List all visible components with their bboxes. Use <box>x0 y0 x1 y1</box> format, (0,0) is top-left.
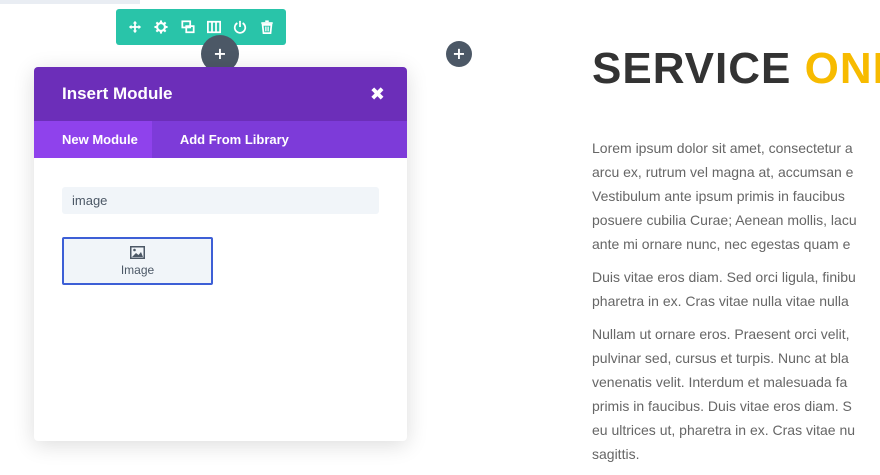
text-line: eu ultrices ut, pharetra in ex. Cras vit… <box>592 422 856 438</box>
module-label: Image <box>120 262 155 277</box>
columns-icon[interactable] <box>205 18 223 36</box>
top-edge-strip <box>0 0 140 4</box>
image-icon <box>130 245 145 259</box>
text-line: Lorem ipsum dolor sit amet, consectetur … <box>592 140 853 156</box>
module-image-button[interactable]: Image <box>62 237 213 285</box>
paragraph: Duis vitae eros diam. Sed orci ligula, f… <box>592 265 880 313</box>
page-heading: SERVICE ONE <box>592 44 880 94</box>
heading-main: SERVICE <box>592 44 805 93</box>
modal-title: Insert Module <box>62 84 173 103</box>
text-line: arcu ex, rutrum vel magna at, accumsan e <box>592 164 854 180</box>
trash-icon[interactable] <box>258 18 276 36</box>
row-toolbar <box>116 9 286 45</box>
text-line: ante mi ornare nunc, nec egestas quam e <box>592 236 851 252</box>
heading-accent: ONE <box>804 44 880 93</box>
modal-tabs: New Module Add From Library <box>34 121 407 158</box>
move-icon[interactable] <box>126 18 144 36</box>
tab-new-module[interactable]: New Module <box>34 121 152 158</box>
text-line: Nullam ut ornare eros. Praesent orci vel… <box>592 326 850 342</box>
gear-icon[interactable] <box>152 18 170 36</box>
tab-add-from-library[interactable]: Add From Library <box>152 121 303 158</box>
text-line: Duis vitae eros diam. Sed orci ligula, f… <box>592 269 856 285</box>
duplicate-icon[interactable] <box>179 18 197 36</box>
module-search-input[interactable] <box>62 187 379 214</box>
power-icon[interactable] <box>231 18 249 36</box>
insert-module-modal: Insert Module ✖ New Module Add From Libr… <box>34 67 407 441</box>
text-line: sagittis. <box>592 446 640 462</box>
text-line: pharetra in ex. Cras vitae nulla vitae n… <box>592 293 849 309</box>
modal-header: Insert Module ✖ <box>34 67 407 121</box>
text-line: posuere cubilia Curae; Aenean mollis, la… <box>592 212 857 228</box>
body-text: Lorem ipsum dolor sit amet, consectetur … <box>592 136 880 475</box>
paragraph: Lorem ipsum dolor sit amet, consectetur … <box>592 136 880 256</box>
paragraph: Nullam ut ornare eros. Praesent orci vel… <box>592 322 880 466</box>
add-column-module-button[interactable]: + <box>446 41 472 67</box>
close-icon[interactable]: ✖ <box>370 84 385 105</box>
text-line: Vestibulum ante ipsum primis in faucibus <box>592 188 845 204</box>
text-line: venenatis velit. Interdum et malesuada f… <box>592 374 848 390</box>
text-line: primis in faucibus. Duis vitae eros diam… <box>592 398 852 414</box>
text-line: pulvinar sed, cursus et turpis. Nunc at … <box>592 350 849 366</box>
